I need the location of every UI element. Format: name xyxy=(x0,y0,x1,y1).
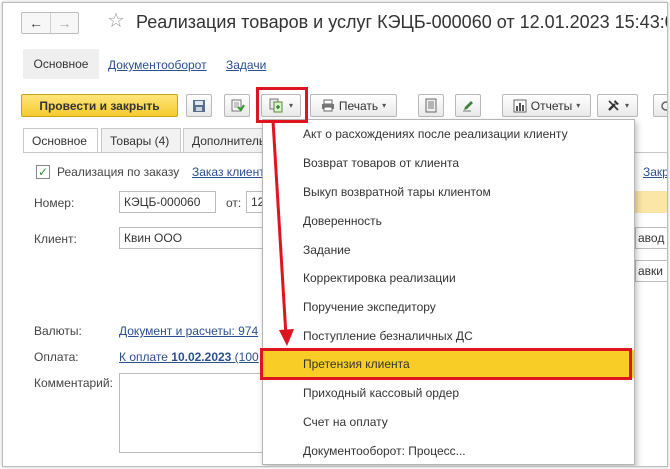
save-button[interactable] xyxy=(186,94,212,117)
chevron-down-icon: ▾ xyxy=(382,101,387,110)
journal-icon xyxy=(425,98,437,113)
currency-link[interactable]: Документ и расчеты: 974 xyxy=(119,324,258,338)
order-link[interactable]: Заказ клиента xyxy=(192,165,271,179)
form-tab-additional[interactable]: Дополнительно xyxy=(183,128,269,152)
annotation-box-button xyxy=(256,87,308,123)
menu-item-sales-correction[interactable]: Корректировка реализации xyxy=(263,264,634,292)
menu-item-discrepancy-act[interactable]: Акт о расхождениях после реализации клие… xyxy=(263,120,634,148)
post-button[interactable] xyxy=(224,94,250,117)
back-button[interactable]: ← xyxy=(22,13,50,33)
menu-item-power-of-attorney[interactable]: Доверенность xyxy=(263,207,634,235)
payment-link-date: 10.02.2023 xyxy=(171,350,232,364)
arrow-right-icon: → xyxy=(57,15,72,31)
report-chart-icon xyxy=(513,99,527,112)
form-tab-main[interactable]: Основное xyxy=(23,128,98,153)
payment-label: Оплата: xyxy=(34,350,79,364)
forward-button[interactable]: → xyxy=(50,13,78,33)
link-icon xyxy=(661,100,667,111)
edit-pen-icon xyxy=(462,101,473,112)
menu-item-invoice[interactable]: Счет на оплату xyxy=(263,408,634,436)
menu-item-buyback-container[interactable]: Выкуп возвратной тары клиентом xyxy=(263,178,634,206)
payment-link-suffix: (100 xyxy=(231,350,259,364)
client-label: Клиент: xyxy=(34,232,77,246)
document-journal-button[interactable] xyxy=(418,94,444,117)
section-tab-docflow[interactable]: Документооборот xyxy=(108,58,207,72)
print-button-label: Печать xyxy=(338,98,379,113)
by-order-label: Реализация по заказу xyxy=(57,165,180,179)
comment-label: Комментарий: xyxy=(34,376,113,390)
checkmark-icon: ✓ xyxy=(37,165,49,179)
menu-item-docflow-process[interactable]: Документооборот: Процесс... xyxy=(263,437,634,465)
status-indicator xyxy=(635,191,667,213)
create-based-on-menu: Акт о расхождениях после реализации клие… xyxy=(262,119,635,465)
menu-item-task[interactable]: Задание xyxy=(263,236,634,264)
menu-item-cash-receipt-order[interactable]: Приходный кассовый ордер xyxy=(263,379,634,407)
chevron-down-icon: ▾ xyxy=(624,101,629,110)
menu-item-forwarder-order[interactable]: Поручение экспедитору xyxy=(263,293,634,321)
floppy-disk-icon xyxy=(193,99,205,112)
history-nav: ← → xyxy=(21,12,79,34)
section-tab-tasks[interactable]: Задачи xyxy=(226,58,266,72)
favorite-star-icon[interactable]: ☆ xyxy=(107,11,125,31)
menu-item-return-goods[interactable]: Возврат товаров от клиента xyxy=(263,149,634,177)
post-and-close-button[interactable]: Провести и закрыть xyxy=(21,94,178,117)
link-button[interactable] xyxy=(653,94,667,117)
chevron-down-icon: ▾ xyxy=(576,101,581,110)
page-title: Реализация товаров и услуг КЭЦБ-000060 о… xyxy=(136,12,668,32)
number-field[interactable]: КЭЦБ-000060 xyxy=(119,191,216,213)
edit-button[interactable] xyxy=(455,94,481,117)
currency-label: Валюты: xyxy=(34,324,82,338)
print-button[interactable]: Печать ▾ xyxy=(310,94,397,117)
printer-icon xyxy=(321,99,334,112)
payment-link-prefix: К оплате xyxy=(119,350,172,364)
warehouse-field[interactable]: авод К xyxy=(635,227,667,249)
section-tab-main[interactable]: Основное xyxy=(23,49,99,79)
right-link[interactable]: Закр xyxy=(643,165,667,179)
number-label: Номер: xyxy=(34,196,75,210)
payment-link[interactable]: К оплате 10.02.2023 (100 xyxy=(119,350,259,364)
by-order-checkbox[interactable]: ✓ xyxy=(36,165,50,179)
reports-button[interactable]: Отчеты ▾ xyxy=(502,94,591,117)
contract-field[interactable]: авки Н xyxy=(635,260,667,282)
more-tools-button[interactable]: ▾ xyxy=(597,94,638,117)
document-window: ← → ☆ Реализация товаров и услуг КЭЦБ-00… xyxy=(2,2,668,467)
tools-icon xyxy=(608,100,619,111)
menu-item-noncash-receipt[interactable]: Поступление безналичных ДС xyxy=(263,322,634,350)
arrow-left-icon: ← xyxy=(29,15,43,31)
annotation-box-menu-item xyxy=(260,348,632,380)
reports-button-label: Отчеты xyxy=(530,98,573,113)
date-label: от: xyxy=(226,196,242,210)
post-document-icon xyxy=(231,99,245,112)
form-tab-goods[interactable]: Товары (4) xyxy=(101,128,181,152)
